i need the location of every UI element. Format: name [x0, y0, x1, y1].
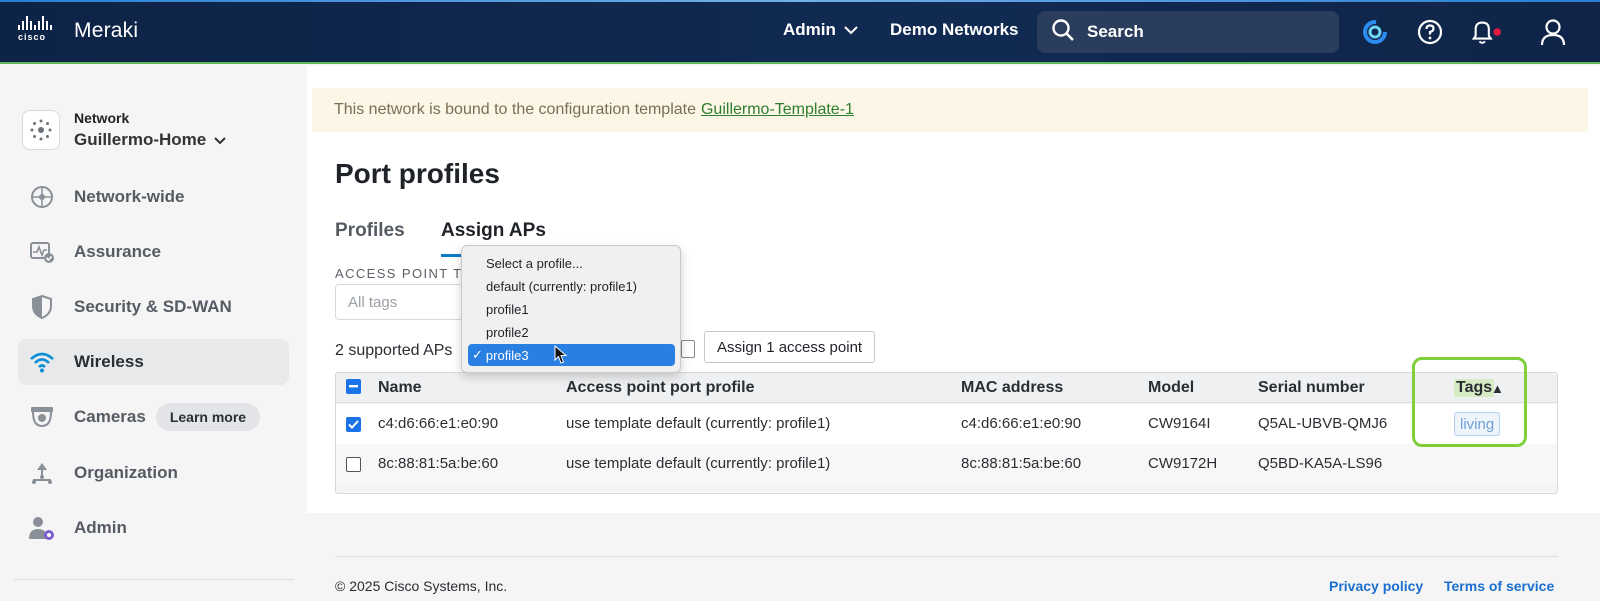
admin-menu-button[interactable]: Admin — [783, 20, 858, 40]
sort-ascending-icon: ▲ — [1491, 381, 1504, 396]
cell-mac: 8c:88:81:5a:be:60 — [961, 455, 1082, 472]
access-point-tags-label: ACCESS POINT TA — [335, 266, 472, 281]
cell-serial: Q5BD-KA5A-LS96 — [1258, 455, 1383, 472]
sidebar-item-label: Cameras — [74, 407, 146, 426]
template-banner: This network is bound to the configurati… — [312, 88, 1588, 132]
copyright-text: © 2025 Cisco Systems, Inc. — [335, 578, 508, 594]
tab-profiles[interactable]: Profiles — [335, 220, 405, 242]
col-port-profile[interactable]: Access point port profile — [566, 379, 754, 397]
option-select-a-profile[interactable]: Select a profile... — [468, 252, 675, 274]
col-tags[interactable]: Tags — [1454, 379, 1495, 397]
terms-of-service-link[interactable]: Terms of service — [1444, 578, 1554, 594]
sidebar-item-assurance[interactable]: Assurance — [18, 229, 289, 275]
option-default[interactable]: default (currently: profile1) — [468, 275, 675, 297]
cell-port-profile: use template default (currently: profile… — [566, 415, 831, 432]
cell-name: c4:d6:66:e1:e0:90 — [378, 415, 499, 432]
learn-more-badge[interactable]: Learn more — [155, 403, 261, 431]
assurance-icon — [28, 238, 56, 266]
help-icon[interactable] — [1414, 16, 1446, 48]
cell-name: 8c:88:81:5a:be:60 — [378, 455, 499, 472]
select-all-checkbox[interactable] — [346, 379, 361, 394]
profile-select-dropdown[interactable]: Select a profile... default (currently: … — [461, 245, 681, 373]
row-checkbox-checked[interactable] — [346, 417, 361, 432]
option-profile3-selected[interactable]: ✓ profile3 — [468, 344, 675, 366]
sidebar-item-network-wide[interactable]: Network-wide — [18, 174, 289, 220]
template-link[interactable]: Guillermo-Template-1 — [701, 101, 854, 119]
sidebar-item-label: Network-wide — [74, 187, 185, 206]
ap-table: Name Access point port profile MAC addre… — [335, 372, 1558, 494]
meraki-logo[interactable]: cisco Meraki — [18, 16, 138, 46]
option-label: profile3 — [485, 347, 529, 363]
supported-aps-count: 2 supported APs — [335, 342, 453, 359]
search-icon — [1051, 18, 1075, 47]
admin-icon — [28, 514, 56, 542]
option-profile1[interactable]: profile1 — [468, 298, 675, 320]
demo-networks-link[interactable]: Demo Networks — [890, 20, 1018, 40]
network-selector[interactable]: Guillermo-Home — [74, 130, 226, 150]
sidebar: Network Guillermo-Home Network-wide Assu… — [0, 66, 307, 601]
col-tags-label: Tags — [1456, 379, 1493, 396]
footer: © 2025 Cisco Systems, Inc. Privacy polic… — [307, 513, 1600, 601]
col-name[interactable]: Name — [378, 379, 422, 397]
camera-icon — [28, 403, 56, 431]
table-header: Name Access point port profile MAC addre… — [336, 373, 1557, 403]
col-mac-address[interactable]: MAC address — [961, 379, 1063, 397]
cell-model: CW9172H — [1148, 455, 1218, 472]
sidebar-item-label: Security & SD-WAN — [74, 297, 232, 316]
col-model[interactable]: Model — [1148, 379, 1194, 397]
network-wide-icon — [28, 183, 56, 211]
organization-icon — [28, 459, 56, 487]
page-title: Port profiles — [335, 158, 500, 189]
top-navigation-bar: cisco Meraki Admin Demo Networks — [0, 0, 1600, 64]
chevron-down-icon — [844, 20, 858, 40]
table-row[interactable]: 8c:88:81:5a:be:60 use template default (… — [336, 444, 1557, 484]
banner-text: This network is bound to the configurati… — [334, 101, 696, 118]
sidebar-item-security-sd-wan[interactable]: Security & SD-WAN — [18, 284, 289, 330]
network-name: Guillermo-Home — [74, 130, 207, 149]
brand-name: Meraki — [74, 19, 139, 42]
user-icon[interactable] — [1537, 16, 1569, 48]
sidebar-item-label: Admin — [74, 518, 127, 537]
search-input[interactable] — [1087, 22, 1307, 42]
cell-model: CW9164I — [1148, 415, 1211, 432]
meraki-swirl-icon[interactable] — [1359, 16, 1391, 48]
row-checkbox-unchecked[interactable] — [346, 457, 361, 472]
cell-mac: c4:d6:66:e1:e0:90 — [961, 415, 1082, 432]
cell-port-profile: use template default (currently: profile… — [566, 455, 831, 472]
tag-badge: living — [1454, 412, 1501, 436]
sidebar-item-cameras[interactable]: Cameras Learn more — [18, 394, 289, 440]
cell-serial: Q5AL-UBVB-QMJ6 — [1258, 415, 1388, 432]
sidebar-item-label: Assurance — [74, 242, 161, 261]
cisco-wordmark: cisco — [18, 32, 47, 42]
mouse-cursor-icon — [554, 344, 568, 370]
table-row[interactable]: c4:d6:66:e1:e0:90 use template default (… — [336, 404, 1557, 444]
network-label: Network — [74, 110, 130, 126]
col-serial-number[interactable]: Serial number — [1258, 379, 1365, 397]
sidebar-item-organization[interactable]: Organization — [18, 450, 289, 496]
checkmark-icon: ✓ — [472, 347, 483, 362]
tab-assign-aps[interactable]: Assign APs — [441, 220, 546, 257]
privacy-policy-link[interactable]: Privacy policy — [1329, 578, 1423, 594]
option-profile2[interactable]: profile2 — [468, 321, 675, 343]
sidebar-divider — [14, 579, 294, 580]
sidebar-item-admin[interactable]: Admin — [18, 505, 289, 551]
profile-select-edge[interactable] — [681, 340, 695, 358]
wifi-icon — [28, 348, 56, 376]
network-icon — [22, 110, 60, 150]
sidebar-item-label: Organization — [74, 463, 178, 482]
chevron-down-icon — [214, 130, 226, 150]
bell-icon[interactable] — [1470, 16, 1502, 48]
cisco-logo-icon: cisco — [18, 16, 64, 46]
admin-menu-label: Admin — [783, 20, 836, 39]
shield-icon — [28, 293, 56, 321]
assign-access-point-button[interactable]: Assign 1 access point — [704, 331, 876, 363]
footer-divider — [335, 556, 1558, 557]
search-box[interactable] — [1037, 11, 1339, 53]
sidebar-item-label: Wireless — [74, 352, 144, 371]
sidebar-item-wireless[interactable]: Wireless — [18, 339, 289, 385]
